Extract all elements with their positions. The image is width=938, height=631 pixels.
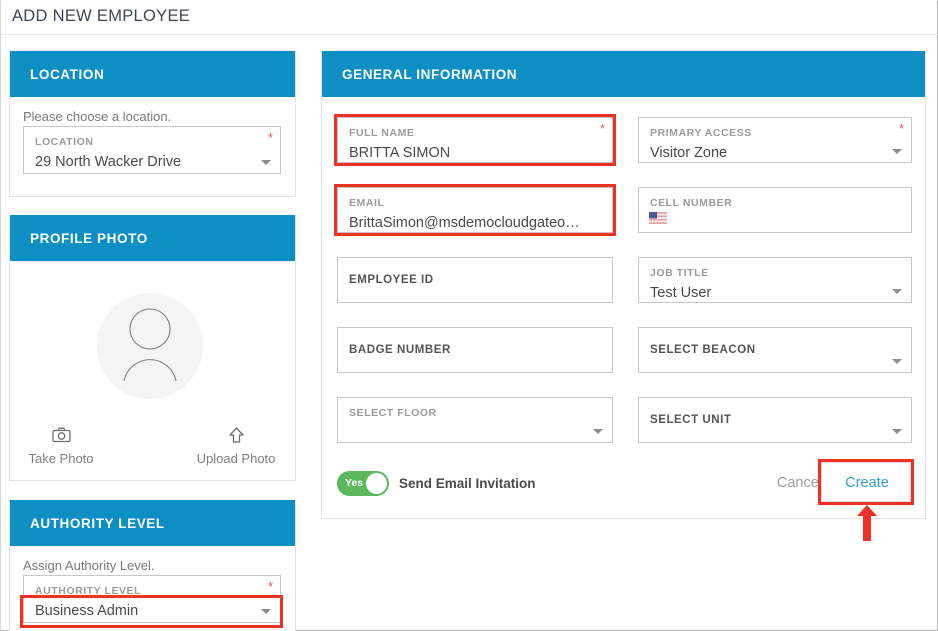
cancel-button[interactable]: Cancel [777, 475, 822, 491]
job-title-label: JOB TITLE [650, 267, 709, 279]
full-name-required-star: * [599, 121, 605, 136]
chevron-down-icon [261, 160, 271, 165]
cell-number-label: CELL NUMBER [650, 197, 733, 209]
take-photo-button[interactable]: Take Photo [13, 427, 109, 466]
primary-access-label: PRIMARY ACCESS [650, 127, 752, 139]
primary-access-field[interactable]: PRIMARY ACCESS * Visitor Zone [638, 117, 912, 163]
chevron-down-icon [892, 149, 902, 154]
chevron-down-icon [892, 289, 902, 294]
chevron-down-icon [593, 429, 603, 434]
authority-level-select[interactable]: AUTHORITY LEVEL * Business Admin [23, 575, 281, 623]
us-flag-icon [649, 212, 667, 224]
select-unit-field[interactable]: SELECT UNIT [638, 397, 912, 443]
location-select[interactable]: LOCATION * 29 North Wacker Drive [23, 126, 281, 174]
authority-level-label: AUTHORITY LEVEL [35, 585, 142, 597]
select-floor-field[interactable]: SELECT FLOOR [337, 397, 613, 443]
location-card: LOCATION Please choose a location. LOCAT… [9, 51, 296, 197]
full-name-label: FULL NAME [349, 127, 415, 139]
create-button-wrapper: Create [821, 462, 911, 502]
upload-photo-button[interactable]: Upload Photo [188, 427, 284, 466]
job-title-value: Test User [650, 285, 712, 301]
employee-id-field[interactable]: EMPLOYEE ID [337, 257, 613, 303]
email-value: BrittaSimon@msdemocloudgateo… [349, 215, 580, 231]
chevron-down-icon [261, 609, 271, 614]
badge-number-label: BADGE NUMBER [349, 344, 451, 356]
location-select-label: LOCATION [35, 136, 94, 148]
user-avatar-icon [123, 308, 177, 382]
toggle-knob [366, 473, 387, 494]
authority-level-value: Business Admin [35, 603, 139, 619]
select-beacon-label: SELECT BEACON [650, 344, 756, 356]
authority-required-star: * [267, 579, 273, 594]
upload-photo-label: Upload Photo [196, 451, 276, 466]
up-arrow-annotation [857, 505, 877, 541]
badge-number-field[interactable]: BADGE NUMBER [337, 327, 613, 373]
employee-id-label: EMPLOYEE ID [349, 274, 434, 286]
email-field[interactable]: EMAIL BrittaSimon@msdemocloudgateo… [334, 184, 616, 236]
full-name-field[interactable]: FULL NAME * BRITTA SIMON [334, 114, 616, 166]
take-photo-label: Take Photo [28, 451, 94, 466]
select-beacon-field[interactable]: SELECT BEACON [638, 327, 912, 373]
chevron-down-icon [892, 429, 902, 434]
location-card-header: LOCATION [10, 51, 295, 97]
authority-level-card-header: AUTHORITY LEVEL [10, 500, 295, 546]
authority-level-card: AUTHORITY LEVEL Assign Authority Level. … [9, 500, 296, 631]
page-title: ADD NEW EMPLOYEE [12, 7, 191, 25]
title-divider [1, 34, 938, 35]
location-select-value: 29 North Wacker Drive [35, 154, 182, 170]
primary-access-value: Visitor Zone [650, 145, 728, 161]
upload-arrow-icon [188, 427, 284, 447]
camera-icon [13, 427, 109, 447]
email-label: EMAIL [349, 197, 385, 209]
send-email-invitation-label: Send Email Invitation [399, 476, 536, 491]
full-name-value: BRITTA SIMON [349, 145, 451, 161]
send-email-invitation-toggle[interactable]: Yes [337, 471, 389, 496]
location-required-star: * [267, 130, 273, 145]
cell-number-field[interactable]: CELL NUMBER [638, 187, 912, 233]
toggle-state-label: Yes [345, 477, 364, 489]
chevron-down-icon [892, 359, 902, 364]
job-title-field[interactable]: JOB TITLE Test User [638, 257, 912, 303]
add-new-employee-page: ADD NEW EMPLOYEE LOCATION Please choose … [0, 0, 938, 631]
profile-photo-card-header: PROFILE PHOTO [10, 215, 295, 261]
primary-access-required-star: * [898, 121, 904, 136]
select-floor-label: SELECT FLOOR [349, 407, 437, 419]
select-unit-label: SELECT UNIT [650, 414, 732, 426]
general-information-card-header: GENERAL INFORMATION [322, 51, 925, 97]
create-button[interactable]: Create [822, 463, 912, 503]
